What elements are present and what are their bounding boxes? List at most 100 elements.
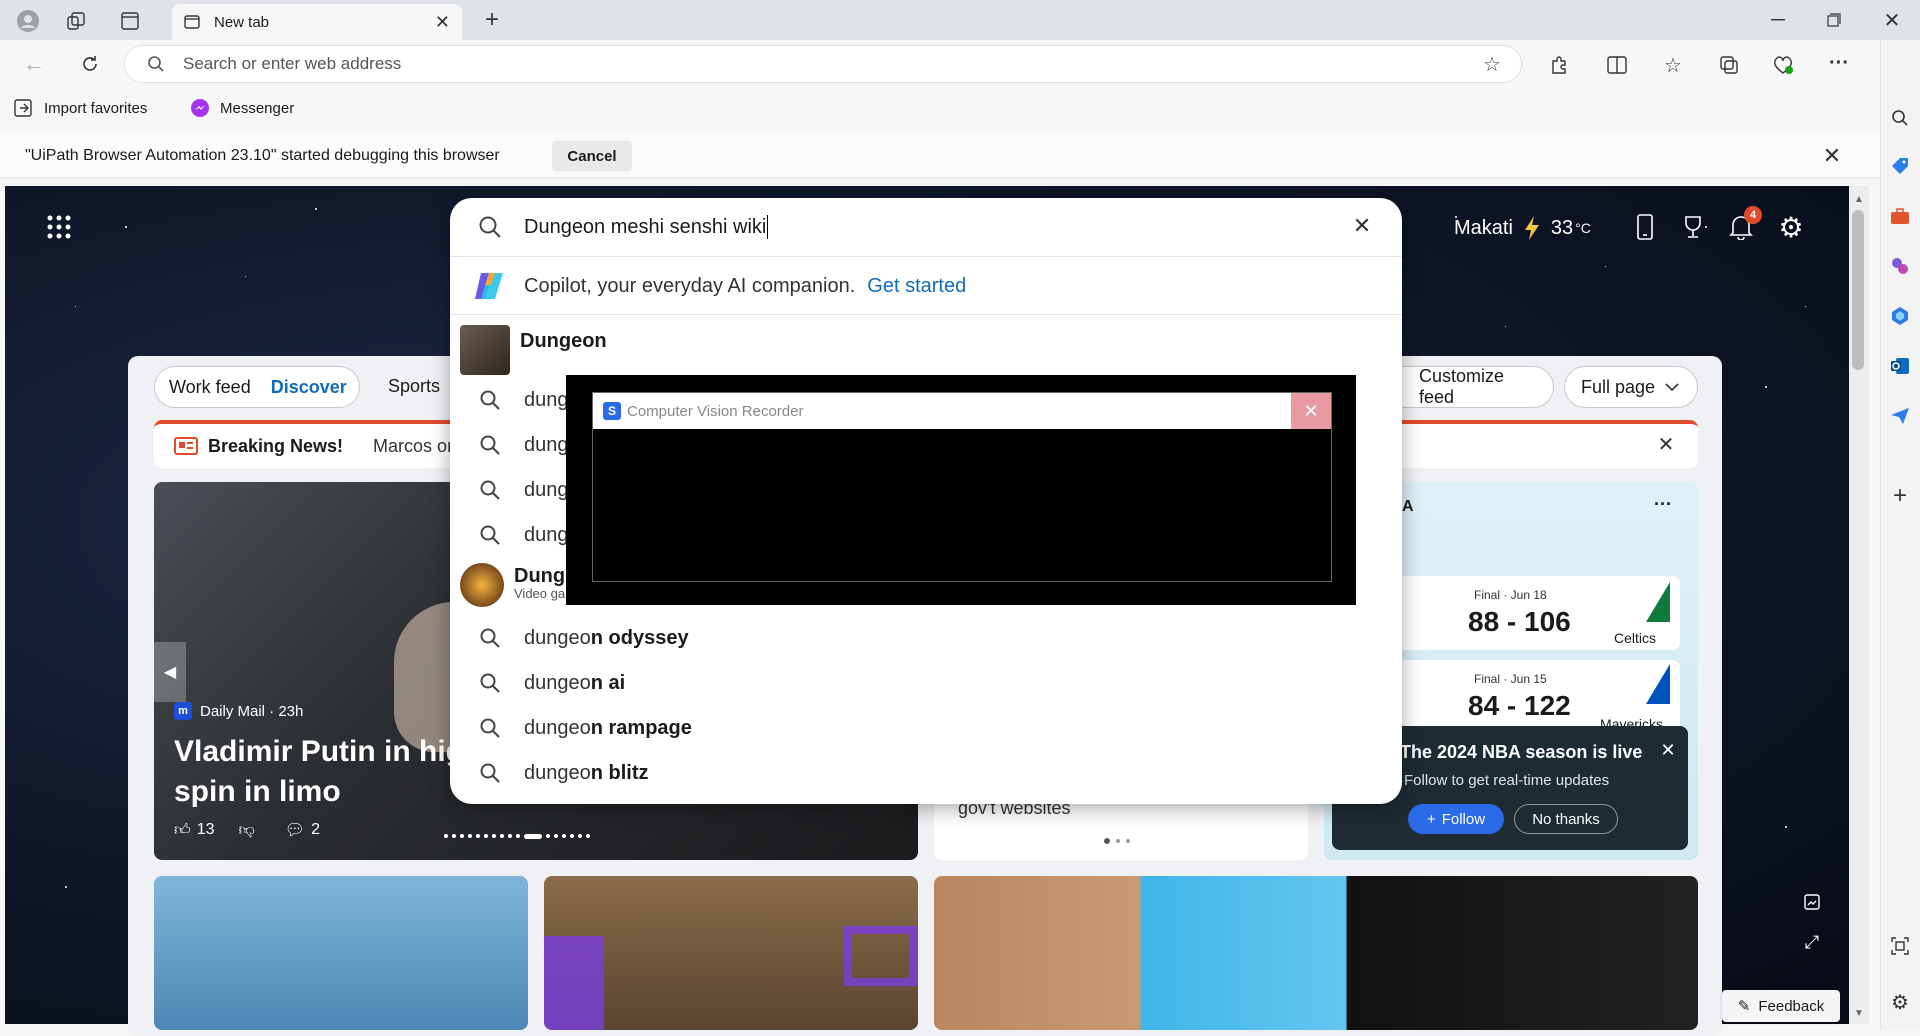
news-card-dots[interactable]	[1104, 838, 1130, 844]
shopping-tag-icon[interactable]	[1886, 152, 1914, 180]
suggestion-item[interactable]: dungeon odyssey	[450, 616, 1402, 660]
suggestion-search-icon	[470, 762, 510, 784]
screenshot-icon[interactable]	[1886, 932, 1914, 960]
copilot-text: Copilot, your everyday AI companion.	[524, 274, 856, 297]
tab-new-tab[interactable]: New tab ✕	[172, 4, 462, 40]
page-settings-icon[interactable]: ⚙	[1776, 212, 1806, 243]
copilot-get-started-link[interactable]: Get started	[867, 275, 966, 298]
games-icon[interactable]	[1886, 252, 1914, 280]
close-window-icon[interactable]: ✕	[1878, 6, 1906, 34]
celtics-logo	[1646, 582, 1670, 622]
toast-subtitle: Follow to get real-time updates	[1404, 772, 1610, 789]
like-icon[interactable]: 👍︎	[174, 821, 191, 840]
suggestion-prefix: dungeo	[524, 671, 591, 694]
close-infobar-icon[interactable]: ✕	[1818, 142, 1846, 170]
hero-headline-line2: spin in limo	[174, 775, 341, 808]
scroll-up-icon[interactable]: ▲	[1852, 192, 1866, 206]
favorite-star-icon[interactable]: ☆	[1480, 52, 1504, 76]
tab-work-feed[interactable]: Work feed	[169, 377, 251, 398]
favorites-icon[interactable]: ☆	[1660, 52, 1686, 78]
entity-title: Dungeon	[520, 329, 607, 352]
close-breaking-icon[interactable]: ✕	[1654, 432, 1678, 456]
sidebar-add-icon[interactable]: +	[1886, 482, 1914, 510]
collections-icon[interactable]	[1716, 52, 1742, 78]
refresh-icon[interactable]	[76, 50, 104, 78]
game-thumbnail	[460, 563, 504, 607]
league-label[interactable]: A	[1402, 498, 1414, 516]
suggestion-search-icon	[470, 672, 510, 694]
sports-more-icon[interactable]: ···	[1654, 494, 1672, 515]
notification-badge: 4	[1744, 206, 1762, 224]
feedback-button[interactable]: ✎ Feedback	[1722, 990, 1840, 1022]
suggestion-prefix: dungeo	[524, 761, 591, 784]
rewards-icon[interactable]	[1678, 212, 1708, 242]
recorder-window: S Computer Vision Recorder ✕	[592, 392, 1332, 582]
restore-icon[interactable]	[1822, 8, 1846, 32]
weather-widget[interactable]: Makati 33 °C	[1454, 214, 1591, 242]
back-icon[interactable]: ←	[20, 50, 48, 78]
copilot-suggestion[interactable]: Copilot, your everyday AI companion. Get…	[450, 264, 1402, 308]
daily-mail-logo: m	[174, 702, 192, 720]
split-screen-icon[interactable]	[1604, 52, 1630, 78]
minimize-icon[interactable]	[1766, 8, 1790, 32]
comment-icon[interactable]: 💬︎	[285, 820, 305, 840]
debug-infobar: "UiPath Browser Automation 23.10" starte…	[0, 134, 1880, 178]
scrollbar-thumb[interactable]	[1852, 210, 1864, 370]
carousel-dots[interactable]	[444, 834, 634, 840]
phone-icon[interactable]	[1630, 212, 1660, 242]
follow-button[interactable]: + Follow	[1408, 804, 1504, 834]
entity-suggestion[interactable]: Dungeon	[450, 322, 1402, 378]
cancel-button[interactable]: Cancel	[552, 141, 632, 171]
profile-icon[interactable]	[12, 8, 44, 34]
image-info-icon[interactable]	[1800, 890, 1824, 914]
tab-sports[interactable]: Sports	[388, 376, 440, 397]
address-bar[interactable]: Search or enter web address	[124, 45, 1522, 83]
new-tab-plus-icon[interactable]: +	[478, 6, 506, 34]
recorder-close-icon[interactable]: ✕	[1291, 393, 1331, 429]
full-page-dropdown[interactable]: Full page	[1564, 366, 1698, 408]
no-thanks-button[interactable]: No thanks	[1514, 804, 1618, 834]
suggestion-prefix: dungeo	[524, 716, 591, 739]
send-icon[interactable]	[1886, 402, 1914, 430]
hero-source: Daily Mail · 23h	[200, 702, 304, 720]
follow-label: Follow	[1441, 810, 1486, 828]
import-favorites-link[interactable]: Import favorites	[14, 94, 147, 122]
temperature-unit: °C	[1575, 220, 1591, 236]
close-tab-icon[interactable]: ✕	[435, 12, 450, 33]
vertical-tabs-icon[interactable]	[116, 8, 144, 34]
sidebar-settings-icon[interactable]: ⚙	[1886, 988, 1914, 1016]
workspaces-icon[interactable]	[62, 8, 90, 34]
sidebar-search-icon[interactable]	[1886, 104, 1914, 132]
extensions-icon[interactable]	[1546, 52, 1572, 78]
carousel-prev-icon[interactable]: ◀	[154, 642, 186, 702]
suggestion-item[interactable]: dungeon blitz	[450, 751, 1402, 795]
more-menu-icon[interactable]: ···	[1826, 50, 1852, 76]
suggestion-search-icon	[470, 717, 510, 739]
suggestion-item[interactable]: dungeon rampage	[450, 706, 1402, 750]
browser-essentials-icon[interactable]	[1770, 52, 1796, 78]
messenger-icon	[190, 98, 210, 118]
image-card[interactable]	[544, 876, 918, 1030]
tools-icon[interactable]	[1886, 202, 1914, 230]
messenger-label: Messenger	[220, 99, 295, 117]
customize-feed-button[interactable]: Customize feed	[1386, 366, 1554, 408]
recorder-titlebar[interactable]: S Computer Vision Recorder	[593, 393, 1331, 429]
image-card[interactable]	[154, 876, 528, 1030]
location-label: Makati	[1454, 216, 1513, 239]
tab-discover[interactable]: Discover	[271, 377, 347, 398]
expand-icon[interactable]: ⤢	[1800, 930, 1824, 954]
suggestion-item[interactable]: dungeon ai	[450, 661, 1402, 705]
clear-search-icon[interactable]: ✕	[1348, 212, 1376, 240]
game-status: Final · Jun 18	[1474, 588, 1547, 602]
outlook-icon[interactable]	[1886, 352, 1914, 380]
dislike-icon[interactable]: 👎︎	[239, 821, 255, 840]
suggestion-search-icon	[470, 524, 510, 546]
close-toast-icon[interactable]: ✕	[1656, 738, 1680, 762]
comment-count: 2	[311, 821, 320, 838]
messenger-link[interactable]: Messenger	[190, 94, 294, 122]
video-card[interactable]	[934, 876, 1698, 1030]
search-query-input[interactable]: Dungeon meshi senshi wiki	[524, 216, 766, 239]
m365-icon[interactable]	[1886, 302, 1914, 330]
apps-launcher-icon[interactable]	[46, 214, 74, 242]
scroll-down-icon[interactable]: ▼	[1852, 1006, 1866, 1020]
